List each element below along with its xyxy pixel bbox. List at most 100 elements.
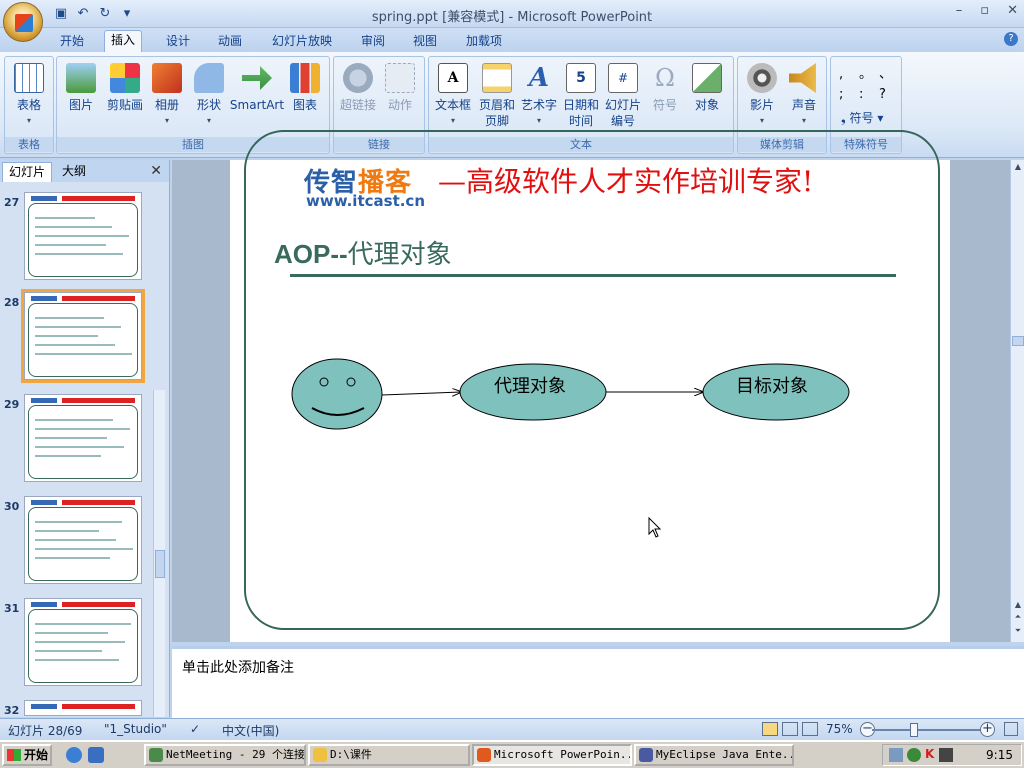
spellcheck-icon[interactable]: ✓	[190, 722, 200, 736]
scroll-up-icon[interactable]: ▲	[1012, 162, 1024, 174]
previous-slide-icon[interactable]: ⏶	[1012, 612, 1024, 624]
slide-number-button[interactable]: # 幻灯片编号	[601, 63, 645, 129]
smiley-face[interactable]	[291, 358, 383, 430]
group-label-table: 表格	[5, 137, 53, 152]
symbol-question[interactable]: ?	[879, 85, 899, 105]
antivirus-icon[interactable]: K	[925, 747, 934, 761]
special-symbol-dropdown[interactable]: ❟ 符号 ▾	[841, 109, 883, 126]
help-icon[interactable]: ?	[1004, 32, 1018, 46]
slide-thumbnail[interactable]	[24, 598, 142, 686]
slideshow-view-icon[interactable]	[802, 722, 818, 736]
symbol-button[interactable]: Ω 符号	[643, 63, 687, 113]
fit-slide-icon[interactable]	[1004, 722, 1018, 736]
action-button[interactable]: 动作	[378, 63, 422, 113]
notes-placeholder[interactable]: 单击此处添加备注	[182, 657, 294, 677]
slide-scrollbar[interactable]: ▲ ▲ ⏶ ⏷	[1010, 160, 1024, 642]
clock: 9:15	[986, 748, 1013, 762]
photo-album-icon	[152, 63, 182, 93]
symbol-semicolon[interactable]: ;	[839, 85, 859, 105]
album-button[interactable]: 相册 ▾	[145, 63, 189, 129]
start-button[interactable]: 开始	[2, 744, 52, 766]
omega-icon: Ω	[655, 64, 675, 92]
next-slide-icon[interactable]: ⏷	[1012, 626, 1024, 638]
minimize-icon[interactable]: –	[956, 3, 963, 18]
task-myeclipse[interactable]: MyEclipse Java Ente...	[634, 744, 794, 766]
thumbnail-number: 28	[4, 296, 20, 309]
calendar-icon: 5	[566, 63, 596, 93]
picture-button[interactable]: 图片	[59, 63, 103, 113]
chart-button[interactable]: 图表	[283, 63, 327, 113]
slide-thumbnail[interactable]	[24, 394, 142, 482]
tab-insert[interactable]: 插入	[104, 30, 143, 52]
shapes-button[interactable]: 形状 ▾	[187, 63, 231, 129]
tab-animations[interactable]: 动画	[212, 32, 248, 52]
windows-flag-icon	[7, 749, 21, 761]
tab-home[interactable]: 开始	[54, 32, 90, 52]
wordart-button[interactable]: A 艺术字 ▾	[517, 63, 561, 129]
close-icon[interactable]: ✕	[1007, 3, 1018, 18]
ribbon-tabs: 开始 插入 设计 动画 幻灯片放映 审阅 视图 加载项	[0, 28, 1024, 52]
slide-canvas[interactable]: 传智播客 www.itcast.cn —高级软件人才实作培训专家! AOP--代…	[230, 130, 950, 642]
shapes-icon	[194, 63, 224, 93]
restore-icon[interactable]: ▫	[980, 3, 989, 18]
language[interactable]: 中文(中国)	[222, 722, 279, 739]
tab-design[interactable]: 设计	[160, 32, 196, 52]
tab-slideshow[interactable]: 幻灯片放映	[266, 32, 338, 52]
window-controls: – ▫ ✕	[956, 3, 1018, 18]
notes-pane[interactable]: 单击此处添加备注	[172, 646, 1024, 718]
tab-addins[interactable]: 加载项	[460, 32, 508, 52]
thumbnail-number: 32	[4, 704, 20, 717]
zoom-in-icon[interactable]: +	[980, 722, 995, 737]
movie-button[interactable]: 影片 ▾	[740, 63, 784, 129]
tab-review[interactable]: 审阅	[355, 32, 391, 52]
hyperlink-button[interactable]: 超链接	[336, 63, 380, 113]
show-desktop-icon[interactable]	[88, 747, 104, 763]
symbol-period[interactable]: 。	[859, 65, 879, 85]
smartart-button[interactable]: SmartArt	[229, 63, 285, 113]
tray-app-icon[interactable]	[907, 748, 921, 762]
slide-thumbnail[interactable]	[24, 700, 142, 716]
symbol-comma[interactable]: ,	[839, 65, 859, 85]
symbol-enum-comma[interactable]: 、	[879, 65, 899, 85]
tab-view[interactable]: 视图	[407, 32, 443, 52]
thumbnail-scrollbar[interactable]	[153, 390, 165, 717]
speaker-icon[interactable]	[939, 748, 953, 762]
status-bar: 幻灯片 28/69 "1_Studio" ✓ 中文(中国) 75% − +	[0, 718, 1024, 740]
tab-slides[interactable]: 幻灯片	[2, 162, 53, 182]
powerpoint-window: ▣ ↶ ↻ ▾ spring.ppt [兼容模式] - Microsoft Po…	[0, 0, 1024, 768]
normal-view-icon[interactable]	[762, 722, 778, 736]
datetime-button[interactable]: 5 日期和时间	[559, 63, 603, 129]
scroll-down-icon[interactable]: ▲	[1012, 600, 1024, 612]
slide-thumbnail[interactable]	[24, 192, 142, 280]
speaker-icon	[789, 63, 816, 93]
window-title: spring.ppt [兼容模式] - Microsoft PowerPoint	[371, 10, 653, 25]
table-button[interactable]: 表格 ▾	[7, 63, 51, 129]
slide-thumbnail[interactable]	[24, 496, 142, 584]
object-button[interactable]: 对象	[685, 63, 729, 113]
header-footer-icon	[482, 63, 512, 93]
tab-outline[interactable]: 大纲	[56, 162, 92, 182]
textbox-button[interactable]: A 文本框 ▾	[431, 63, 475, 129]
header-footer-button[interactable]: 页眉和页脚	[475, 63, 519, 129]
zoom-level[interactable]: 75%	[826, 722, 853, 736]
task-explorer[interactable]: D:\课件	[308, 744, 470, 766]
target-object-label: 目标对象	[736, 376, 808, 397]
office-button[interactable]	[3, 2, 43, 42]
table-icon	[14, 63, 44, 93]
task-powerpoint[interactable]: Microsoft PowerPoin...	[472, 744, 632, 766]
sound-button[interactable]: 声音 ▾	[782, 63, 826, 129]
zoom-slider-knob[interactable]	[910, 723, 918, 737]
scroll-thumb[interactable]	[155, 550, 165, 578]
windows-taskbar: 开始 NetMeeting - 29 个连接 D:\课件 Microsoft P…	[0, 740, 1024, 768]
thumbnail-number: 30	[4, 500, 20, 513]
zoom-slider[interactable]	[872, 729, 984, 731]
close-icon[interactable]: ✕	[150, 163, 162, 179]
scroll-thumb[interactable]	[1012, 336, 1024, 346]
slide-sorter-icon[interactable]	[782, 722, 798, 736]
slide-thumbnail[interactable]	[21, 289, 145, 383]
clipart-button[interactable]: 剪贴画	[103, 63, 147, 113]
symbol-colon[interactable]: :	[859, 85, 879, 105]
ie-icon[interactable]	[66, 747, 82, 763]
network-icon[interactable]	[889, 748, 903, 762]
task-netmeeting[interactable]: NetMeeting - 29 个连接	[144, 744, 306, 766]
